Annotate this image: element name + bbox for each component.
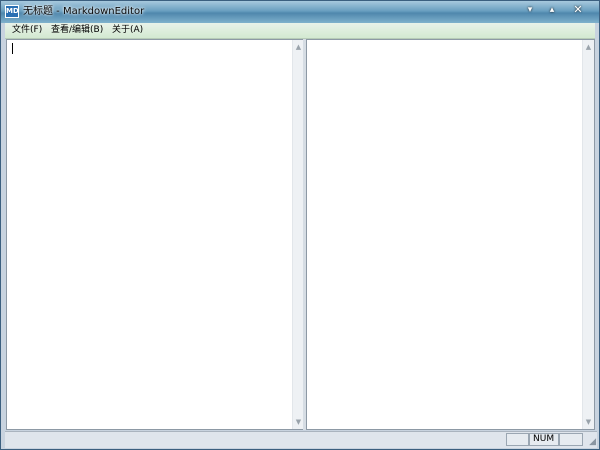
markdown-editor-textarea[interactable] xyxy=(7,40,292,429)
app-icon[interactable]: MD xyxy=(5,5,19,18)
scroll-down-arrow-icon[interactable]: ▼ xyxy=(583,416,594,428)
text-caret xyxy=(12,43,13,54)
menu-view-edit[interactable]: 查看/编辑(B) xyxy=(49,24,105,37)
maximize-button[interactable]: ▴ xyxy=(541,3,563,17)
preview-pane: ▲ ▼ xyxy=(306,39,595,430)
close-button[interactable]: ✕ xyxy=(567,3,589,17)
title-bar[interactable]: MD 无标题 - MarkdownEditor ▾ ▴ ✕ xyxy=(1,1,599,23)
status-bar: NUM ◢ xyxy=(5,431,597,448)
menu-about[interactable]: 关于(A) xyxy=(110,24,145,37)
menu-file[interactable]: 文件(F) xyxy=(10,24,44,37)
scroll-up-arrow-icon[interactable]: ▲ xyxy=(583,41,594,53)
markdown-preview-area[interactable] xyxy=(307,40,582,429)
menu-bar: 文件(F) 查看/编辑(B) 关于(A) xyxy=(5,23,595,39)
minimize-button[interactable]: ▾ xyxy=(519,3,541,17)
window-title: 无标题 - MarkdownEditor xyxy=(23,6,145,17)
status-cell-blank-1 xyxy=(506,433,529,446)
editor-pane: ▲ ▼ xyxy=(6,39,305,430)
app-window: MD 无标题 - MarkdownEditor ▾ ▴ ✕ 文件(F) 查看/编… xyxy=(0,0,600,450)
status-cell-blank-2 xyxy=(559,433,583,446)
resize-grip-icon[interactable]: ◢ xyxy=(586,437,596,447)
preview-vertical-scrollbar[interactable]: ▲ ▼ xyxy=(582,40,594,429)
status-num-lock: NUM xyxy=(529,433,559,446)
